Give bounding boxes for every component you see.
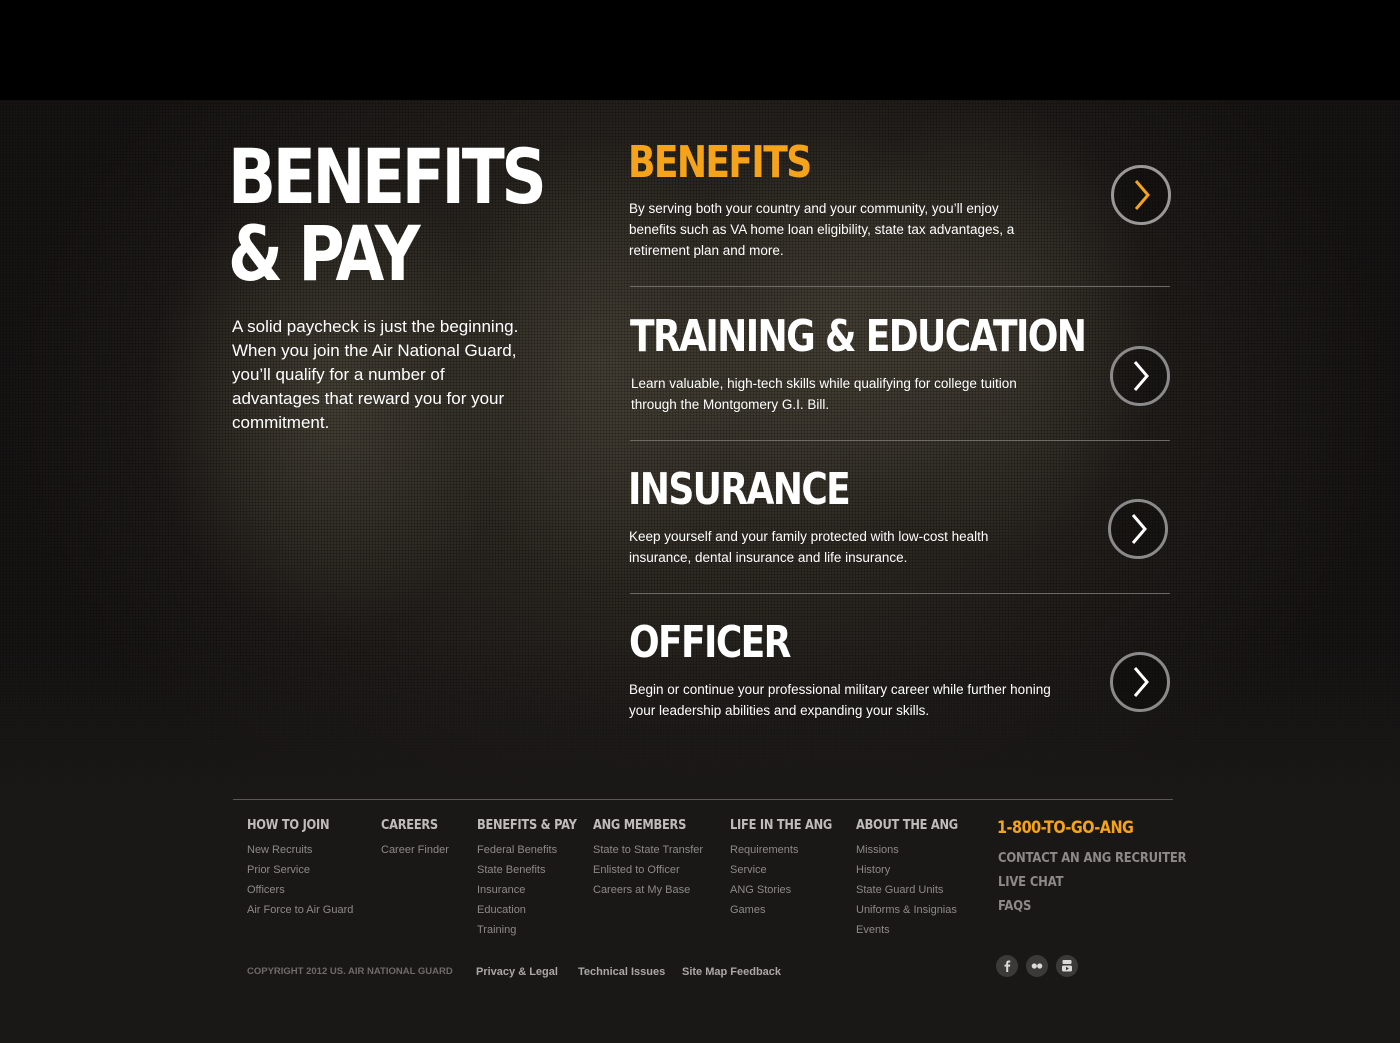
footer-link[interactable]: New Recruits: [247, 840, 353, 860]
footer-link[interactable]: Games: [730, 900, 846, 920]
footer-link[interactable]: Training: [477, 920, 590, 940]
section-divider: [630, 286, 1170, 287]
footer-link[interactable]: Career Finder: [381, 840, 449, 860]
footer-divider: [233, 799, 1173, 800]
chevron-right-icon: [1131, 514, 1147, 544]
facebook-button[interactable]: [996, 955, 1018, 977]
footer-link[interactable]: Missions: [856, 840, 972, 860]
footer-link[interactable]: Education: [477, 900, 590, 920]
section-divider: [630, 593, 1170, 594]
section-divider: [630, 440, 1170, 441]
page-title-line2: & PAY: [228, 209, 421, 298]
footer-column-ang-members: ANG MEMBERS State to State Transfer Enli…: [593, 818, 703, 900]
officer-arrow-button[interactable]: [1110, 652, 1170, 712]
chevron-right-icon: [1133, 361, 1149, 391]
section-description-benefits: By serving both your country and your co…: [629, 201, 1015, 258]
footer-link[interactable]: ANG Stories: [730, 880, 846, 900]
section-officer: OFFICER Begin or continue your professio…: [628, 618, 1173, 738]
faqs-link[interactable]: FAQS: [998, 898, 1031, 914]
footer-link[interactable]: Requirements: [730, 840, 846, 860]
section-description-training-education: Learn valuable, high-tech skills while q…: [631, 376, 1017, 412]
section-training-education: TRAINING & EDUCATION Learn valuable, hig…: [628, 312, 1173, 432]
footer-heading-ang-members[interactable]: ANG MEMBERS: [593, 818, 690, 834]
section-insurance: INSURANCE Keep yourself and your family …: [628, 465, 1173, 585]
footer-link[interactable]: Officers: [247, 880, 353, 900]
section-title-insurance: INSURANCE: [628, 464, 851, 515]
section-title-benefits: BENEFITS: [628, 137, 812, 188]
flickr-button[interactable]: [1026, 955, 1048, 977]
section-title-training-education: TRAINING & EDUCATION: [630, 311, 1087, 362]
footer-link[interactable]: State Benefits: [477, 860, 590, 880]
live-chat-link[interactable]: LIVE CHAT: [998, 874, 1064, 890]
footer-link[interactable]: History: [856, 860, 972, 880]
chevron-right-icon: [1133, 667, 1149, 697]
footer-link[interactable]: Service: [730, 860, 846, 880]
facebook-icon: [1004, 960, 1011, 972]
footer-column-careers: CAREERS Career Finder: [381, 818, 449, 860]
phone-number[interactable]: 1-800-TO-GO-ANG: [997, 818, 1134, 838]
footer-link[interactable]: Uniforms & Insignias: [856, 900, 972, 920]
footer-link[interactable]: Prior Service: [247, 860, 353, 880]
site-map-feedback-link[interactable]: Site Map Feedback: [682, 965, 781, 979]
footer-heading-careers[interactable]: CAREERS: [381, 818, 441, 834]
footer-link[interactable]: Careers at My Base: [593, 880, 703, 900]
training-education-arrow-button[interactable]: [1110, 346, 1170, 406]
insurance-arrow-button[interactable]: [1108, 499, 1168, 559]
footer-link[interactable]: Events: [856, 920, 972, 940]
section-title-officer: OFFICER: [629, 617, 791, 668]
footer-link[interactable]: Enlisted to Officer: [593, 860, 703, 880]
footer-column-how-to-join: HOW TO JOIN New Recruits Prior Service O…: [247, 818, 353, 920]
footer-column-life-in-the-ang: LIFE IN THE ANG Requirements Service ANG…: [730, 818, 846, 920]
youtube-icon: [1062, 960, 1072, 972]
contact-recruiter-link[interactable]: CONTACT AN ANG RECRUITER: [998, 850, 1187, 866]
footer-column-benefits-pay: BENEFITS & PAY Federal Benefits State Be…: [477, 818, 590, 940]
footer-heading-benefits-pay[interactable]: BENEFITS & PAY: [477, 818, 577, 834]
page-title-line1: BENEFITS: [228, 132, 547, 221]
footer-heading-how-to-join[interactable]: HOW TO JOIN: [247, 818, 341, 834]
top-bar: [0, 0, 1400, 100]
footer-link[interactable]: Air Force to Air Guard: [247, 900, 353, 920]
privacy-legal-link[interactable]: Privacy & Legal: [476, 965, 558, 979]
footer-link[interactable]: Federal Benefits: [477, 840, 590, 860]
footer-link[interactable]: State to State Transfer: [593, 840, 703, 860]
technical-issues-link[interactable]: Technical Issues: [578, 965, 665, 979]
page-title: BENEFITS & PAY: [228, 138, 547, 292]
section-benefits: BENEFITS By serving both your country an…: [628, 138, 1173, 278]
section-description-officer: Begin or continue your professional mili…: [629, 682, 1051, 718]
footer-link[interactable]: Insurance: [477, 880, 590, 900]
footer-heading-life-in-the-ang[interactable]: LIFE IN THE ANG: [730, 818, 832, 834]
footer-heading-about-the-ang[interactable]: ABOUT THE ANG: [856, 818, 958, 834]
intro-text: A solid paycheck is just the beginning. …: [232, 317, 519, 432]
footer-link[interactable]: State Guard Units: [856, 880, 972, 900]
footer-column-about-the-ang: ABOUT THE ANG Missions History State Gua…: [856, 818, 972, 940]
section-description-insurance: Keep yourself and your family protected …: [629, 529, 989, 565]
benefits-arrow-button[interactable]: [1111, 165, 1171, 225]
chevron-right-icon: [1134, 180, 1150, 210]
copyright-text: COPYRIGHT 2012 US. AIR NATIONAL GUARD: [247, 966, 453, 977]
youtube-button[interactable]: [1056, 955, 1078, 977]
flickr-icon: [1031, 963, 1043, 969]
